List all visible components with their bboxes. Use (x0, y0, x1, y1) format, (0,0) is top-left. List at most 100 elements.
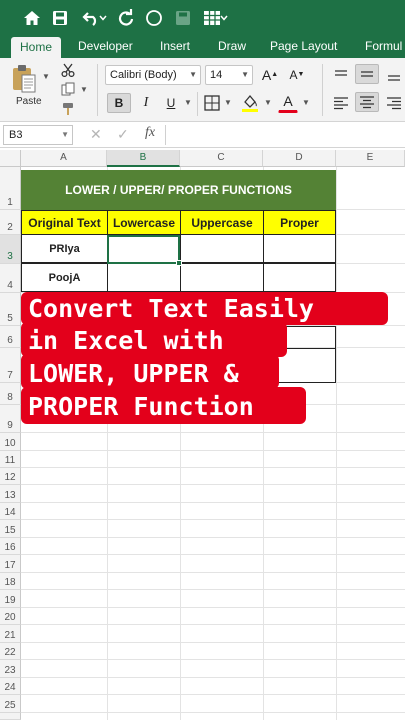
borders-dropdown-icon[interactable]: ▼ (224, 98, 232, 107)
tab-home[interactable]: Home (11, 37, 62, 58)
sheet-title-cell[interactable]: LOWER / UPPER/ PROPER FUNCTIONS (21, 170, 336, 210)
row-header-11[interactable]: 11 (0, 451, 21, 468)
formula-bar: B3 ▼ ✕ ✓ fx (0, 122, 405, 148)
font-name-dropdown[interactable]: Calibri (Body) ▼ (105, 65, 201, 85)
grid-line (21, 589, 405, 590)
name-box[interactable]: B3 ▼ (3, 125, 73, 145)
row-header-13[interactable]: 13 (0, 485, 21, 503)
row-header-17[interactable]: 17 (0, 555, 21, 573)
paste-button[interactable]: Paste (16, 96, 42, 107)
row-header-23[interactable]: 23 (0, 660, 21, 678)
italic-button[interactable]: I (135, 93, 157, 113)
cell-a3[interactable]: PRIya (21, 234, 108, 263)
borders-icon[interactable] (204, 95, 220, 111)
chevron-down-icon[interactable] (219, 7, 229, 29)
cancel-icon[interactable]: ✕ (90, 126, 102, 143)
row-header-15[interactable]: 15 (0, 520, 21, 538)
grow-font-label: A (261, 67, 272, 83)
copy-dropdown-icon[interactable]: ▼ (80, 85, 88, 94)
row-header-14[interactable]: 14 (0, 503, 21, 520)
header-cell-uppercase[interactable]: Uppercase (180, 210, 264, 235)
cell-c4[interactable] (180, 263, 264, 292)
save-icon[interactable] (49, 7, 71, 29)
row-header-20[interactable]: 20 (0, 608, 21, 625)
tab-developer[interactable]: Developer (78, 36, 133, 58)
align-left-icon[interactable] (333, 95, 349, 111)
row-header-3[interactable]: 3 (0, 235, 21, 264)
column-header-e[interactable]: E (336, 150, 405, 167)
select-all-corner[interactable] (0, 150, 21, 167)
row-header-1[interactable]: 1 (0, 167, 21, 210)
cell-c3[interactable] (180, 234, 264, 263)
header-cell-original-text[interactable]: Original Text (21, 210, 108, 235)
grid-line (21, 450, 405, 451)
tab-insert[interactable]: Insert (160, 36, 190, 58)
row-header-25[interactable]: 25 (0, 695, 21, 713)
cell-d3[interactable] (263, 234, 336, 263)
column-header-d[interactable]: D (263, 150, 336, 167)
cut-icon[interactable] (60, 62, 76, 78)
align-top-icon[interactable] (333, 67, 349, 83)
font-color-dropdown-icon[interactable]: ▼ (302, 98, 310, 107)
header-cell-lowercase[interactable]: Lowercase (107, 210, 181, 235)
row-header-21[interactable]: 21 (0, 625, 21, 643)
row-header-2[interactable]: 2 (0, 210, 21, 235)
row-header-22[interactable]: 22 (0, 643, 21, 660)
active-cell-outline (107, 235, 180, 264)
font-size-dropdown[interactable]: 14 ▼ (205, 65, 253, 85)
row-header-24[interactable]: 24 (0, 678, 21, 695)
insert-function-icon[interactable]: fx (145, 125, 155, 141)
grow-font-button[interactable]: A▲ (258, 65, 282, 85)
paste-dropdown-icon[interactable]: ▼ (42, 72, 50, 81)
align-bottom-icon[interactable] (386, 67, 402, 83)
format-painter-icon[interactable] (60, 101, 76, 117)
caret-up-icon: ▲ (271, 71, 279, 78)
tab-formulas[interactable]: Formul (365, 36, 402, 58)
row-header-16[interactable]: 16 (0, 538, 21, 555)
header-cell-proper[interactable]: Proper (263, 210, 336, 235)
cell-b4[interactable] (107, 263, 181, 292)
row-header-10[interactable]: 10 (0, 433, 21, 451)
home-icon[interactable] (21, 7, 43, 29)
row-header-8[interactable]: 8 (0, 383, 21, 405)
row-header-18[interactable]: 18 (0, 573, 21, 590)
row-header-19[interactable]: 19 (0, 590, 21, 608)
grid-line (21, 502, 405, 503)
formula-input[interactable] (170, 127, 400, 143)
copy-icon[interactable] (60, 81, 76, 97)
tab-draw[interactable]: Draw (218, 36, 246, 58)
underline-dropdown-icon[interactable]: ▼ (184, 98, 192, 107)
fill-handle[interactable] (176, 260, 182, 266)
column-header-c[interactable]: C (180, 150, 263, 167)
fill-color-dropdown-icon[interactable]: ▼ (264, 98, 272, 107)
column-header-b[interactable]: B (107, 150, 180, 167)
align-middle-button[interactable] (355, 64, 379, 84)
undo-dropdown-icon[interactable] (98, 7, 108, 29)
circle-icon[interactable] (143, 7, 165, 29)
redo-icon[interactable] (115, 7, 137, 29)
enter-icon[interactable]: ✓ (117, 126, 129, 143)
row-header-26[interactable] (0, 713, 21, 720)
cell-d4[interactable] (263, 263, 336, 292)
row-header-4[interactable]: 4 (0, 264, 21, 293)
grid-line (21, 554, 405, 555)
fill-color-icon[interactable] (240, 93, 260, 113)
banner-line-3: LOWER, UPPER & (28, 359, 239, 388)
row-header-9[interactable]: 9 (0, 405, 21, 433)
shrink-font-button[interactable]: A▼ (285, 65, 309, 85)
align-center-button[interactable] (355, 92, 379, 112)
row-header-5[interactable]: 5 (0, 293, 21, 326)
column-header-a[interactable]: A (21, 150, 107, 167)
paste-icon[interactable] (11, 64, 37, 94)
underline-button[interactable]: U (161, 93, 181, 113)
font-color-button[interactable]: A (278, 92, 298, 113)
row-header-12[interactable]: 12 (0, 468, 21, 485)
tab-page-layout[interactable]: Page Layout (270, 36, 337, 58)
excel-window: Home Developer Insert Draw Page Layout F… (0, 0, 405, 720)
row-header-6[interactable]: 6 (0, 326, 21, 348)
cell-a4[interactable]: PoojA (21, 263, 108, 292)
ribbon-tabs: Home Developer Insert Draw Page Layout F… (0, 36, 405, 58)
align-right-icon[interactable] (386, 95, 402, 111)
row-header-7[interactable]: 7 (0, 348, 21, 383)
bold-button[interactable]: B (107, 93, 131, 113)
